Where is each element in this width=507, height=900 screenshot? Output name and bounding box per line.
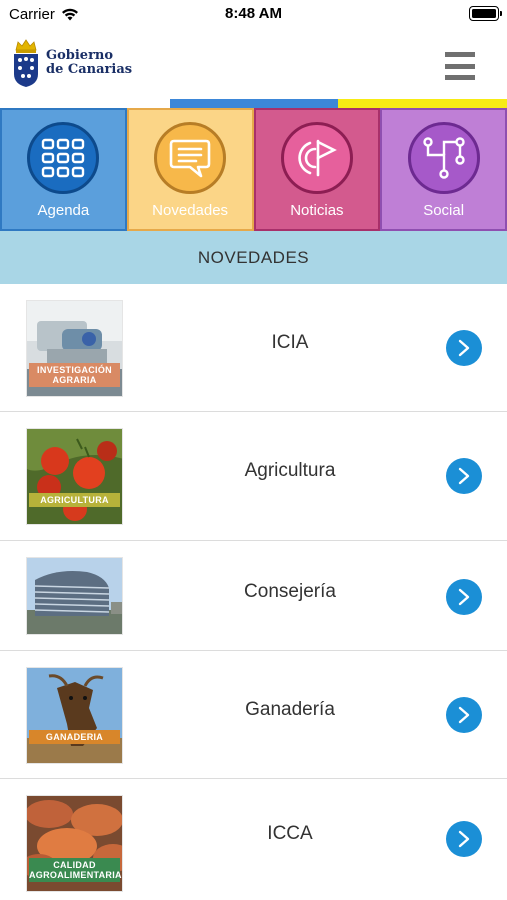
news-list: INVESTIGACIÓN AGRARIA ICIA AGRICULTURA A… bbox=[0, 284, 507, 900]
tile-social[interactable]: Social bbox=[380, 108, 507, 231]
calendar-grid-icon bbox=[27, 122, 100, 194]
agricultura-thumbnail: AGRICULTURA bbox=[26, 428, 123, 525]
icca-caption: CALIDAD AGROALIMENTARIA bbox=[29, 858, 122, 882]
icia-thumbnail: INVESTIGACIÓN AGRARIA bbox=[26, 300, 123, 397]
hamburger-menu-icon[interactable] bbox=[445, 52, 475, 80]
chevron-right-icon[interactable] bbox=[446, 579, 482, 615]
chevron-right-icon[interactable] bbox=[446, 821, 482, 857]
ganaderia-caption: GANADERIA bbox=[29, 730, 120, 744]
icca-thumbnail: CALIDAD AGROALIMENTARIA bbox=[26, 795, 123, 892]
chevron-right-icon[interactable] bbox=[446, 697, 482, 733]
tile-novedades-label: Novedades bbox=[152, 202, 229, 219]
gobierno-canarias-logo: Gobierno de Canarias bbox=[12, 38, 132, 88]
tile-social-label: Social bbox=[423, 202, 465, 219]
tile-agenda-label: Agenda bbox=[37, 202, 90, 219]
list-item-icia[interactable]: INVESTIGACIÓN AGRARIA ICIA bbox=[0, 284, 507, 412]
tile-agenda[interactable]: Agenda bbox=[0, 108, 127, 231]
chevron-right-icon[interactable] bbox=[446, 458, 482, 494]
logo-line-1: Gobierno bbox=[46, 48, 114, 63]
agricultura-title: Agricultura bbox=[244, 460, 336, 481]
speech-bubble-icon bbox=[154, 122, 227, 194]
tile-novedades[interactable]: Novedades bbox=[126, 108, 254, 231]
consejeria-title: Consejería bbox=[244, 581, 336, 602]
logo-line-2: de Canarias bbox=[46, 62, 133, 77]
section-title: NOVEDADES bbox=[0, 231, 507, 284]
ganaderia-thumbnail: GANADERIA bbox=[26, 667, 123, 764]
list-item-consejeria[interactable]: Consejería bbox=[0, 541, 507, 651]
blue-accent-bar bbox=[170, 99, 338, 108]
chevron-right-icon[interactable] bbox=[446, 330, 482, 366]
category-tiles: Agenda Novedades Noticias Social bbox=[0, 108, 507, 231]
icia-title: ICIA bbox=[271, 332, 309, 353]
clock: 8:48 AM bbox=[225, 5, 282, 22]
broadcast-flag-icon bbox=[280, 122, 353, 194]
icia-caption: INVESTIGACIÓN AGRARIA bbox=[29, 363, 120, 387]
list-item-ganaderia[interactable]: GANADERIA Ganadería bbox=[0, 651, 507, 779]
consejeria-thumbnail bbox=[26, 557, 123, 635]
status-bar: Carrier 8:48 AM bbox=[0, 0, 507, 30]
tile-noticias-label: Noticias bbox=[290, 202, 344, 219]
list-item-icca[interactable]: CALIDAD AGROALIMENTARIA ICCA bbox=[0, 779, 507, 900]
coat-of-arms-icon bbox=[14, 39, 38, 87]
app-header: Gobierno de Canarias bbox=[0, 30, 507, 100]
icca-title: ICCA bbox=[267, 823, 313, 844]
yellow-accent-bar bbox=[338, 99, 507, 108]
list-item-agricultura[interactable]: AGRICULTURA Agricultura bbox=[0, 412, 507, 541]
tile-noticias[interactable]: Noticias bbox=[253, 108, 381, 231]
battery-icon bbox=[469, 6, 502, 21]
ganaderia-title: Ganadería bbox=[245, 699, 335, 720]
agricultura-caption: AGRICULTURA bbox=[29, 493, 120, 507]
network-nodes-icon bbox=[407, 122, 480, 194]
